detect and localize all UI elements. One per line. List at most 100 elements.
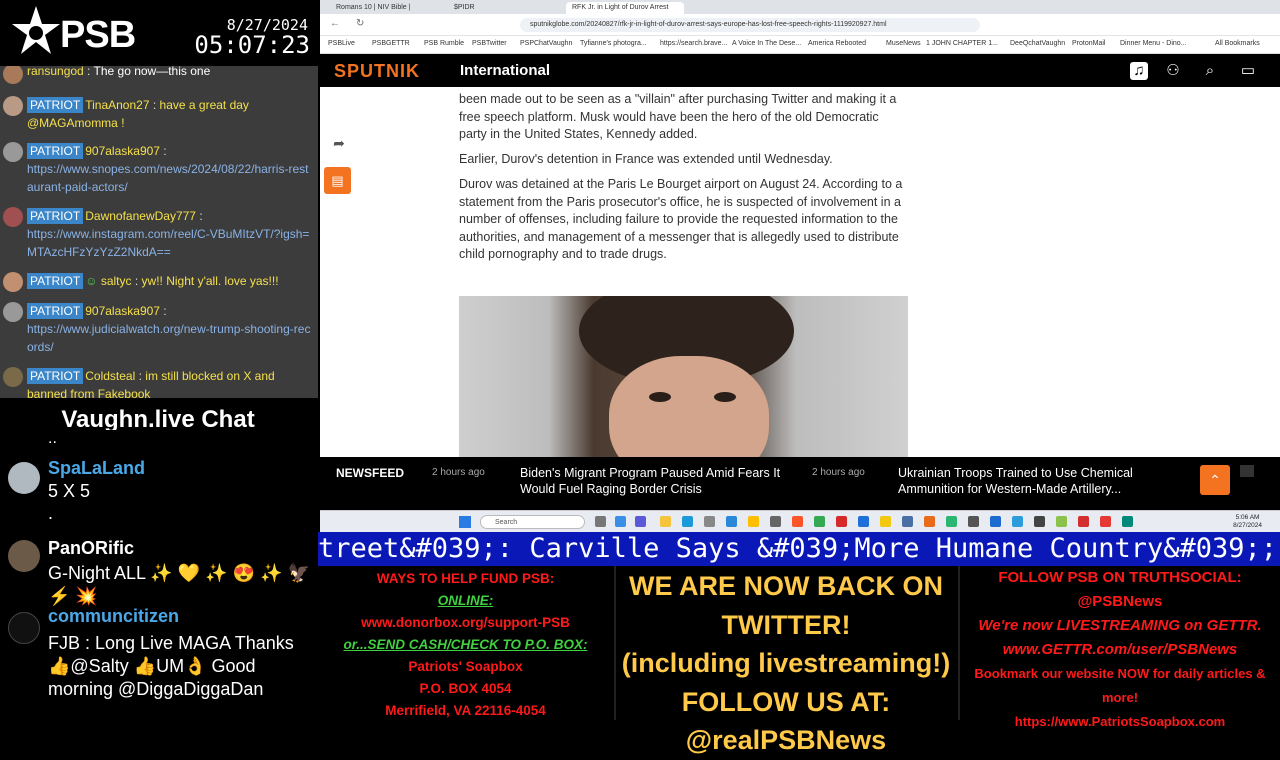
sputnik-logo[interactable]: SPUTNIK <box>334 61 420 82</box>
browser-window: Romans 10 | NIV Bible | YouVersion $PIDR… <box>320 0 1280 532</box>
bookmark[interactable]: PSB Rumble <box>424 40 464 47</box>
section-title[interactable]: International <box>460 62 550 79</box>
chat-text: The go now—this one <box>93 66 211 78</box>
search-icon[interactable]: ⌕ <box>1201 62 1219 80</box>
brand-header: PSB 8/27/2024 05:07:23 <box>0 0 318 66</box>
windows-start-icon[interactable] <box>459 516 471 528</box>
task-view-icon[interactable] <box>595 516 606 527</box>
vaughn-chat: .. SpaLaLand 5 X 5 . PanORific G-Night A… <box>0 430 318 720</box>
avatar <box>3 142 23 162</box>
chat-username: PanORific <box>48 538 135 558</box>
sputnik-header: SPUTNIK International ♫ ⚇ ⌕ ▭ <box>320 54 1280 87</box>
app-icon[interactable] <box>635 516 646 527</box>
bookmark[interactable]: Tyfianne's photogra... <box>580 40 647 47</box>
newsfeed-headline[interactable]: Biden's Migrant Program Paused Amid Fear… <box>520 465 810 497</box>
app-icon[interactable] <box>836 516 847 527</box>
app-icon[interactable] <box>968 516 979 527</box>
avatar <box>8 540 40 572</box>
file-explorer-icon[interactable] <box>660 516 671 527</box>
truthsocial-column: FOLLOW PSB ON TRUTHSOCIAL: @PSBNews We'r… <box>960 566 1280 729</box>
app-icon[interactable] <box>704 516 715 527</box>
firefox-icon[interactable] <box>924 516 935 527</box>
app-icon[interactable] <box>1100 516 1111 527</box>
truth-handle: @PSBNews <box>1077 593 1163 610</box>
app-icon[interactable] <box>726 516 737 527</box>
twitter-handle: @realPSBNews <box>685 725 887 755</box>
back-icon[interactable]: ← <box>330 18 340 29</box>
app-icon[interactable] <box>615 516 626 527</box>
newsfeed-headline[interactable]: Ukrainian Troops Trained to Use Chemical… <box>898 465 1158 497</box>
bookmarks-bar: PSBLive PSBGETTR PSB Rumble PSBTwitter P… <box>320 36 1280 54</box>
newsfeed-time: 2 hours ago <box>812 467 865 478</box>
app-icon[interactable] <box>990 516 1001 527</box>
url-field[interactable]: sputnikglobe.com/20240827/rfk-jr-in-ligh… <box>520 18 980 32</box>
patriot-badge: PATRIOT <box>27 368 84 384</box>
user-icon[interactable]: ⚇ <box>1164 62 1182 80</box>
chat-username: SpaLaLand <box>48 458 146 478</box>
avatar <box>3 272 23 292</box>
bookmark[interactable]: PSBLive <box>328 40 355 47</box>
taskbar-clock: 5:06 AM 8/27/2024 <box>1233 514 1262 529</box>
psb-star-logo-icon <box>12 6 60 54</box>
app-icon[interactable] <box>902 516 913 527</box>
bookmark[interactable]: PSBTwitter <box>472 40 507 47</box>
avatar <box>3 66 23 84</box>
app-icon[interactable] <box>1056 516 1067 527</box>
bookmark[interactable]: PSBGETTR <box>372 40 410 47</box>
chrome-icon[interactable] <box>814 516 825 527</box>
chat-icon[interactable]: ▭ <box>1239 62 1257 80</box>
newsfeed-label: NEWSFEED <box>336 466 405 480</box>
avatar <box>3 302 23 322</box>
chat-text: 5 X 5 <box>48 481 91 501</box>
taskbar-search[interactable]: Search <box>480 515 585 529</box>
bookmark[interactable]: America Rebooted <box>808 40 866 47</box>
browser-tab[interactable]: Romans 10 | NIV Bible | YouVersion <box>330 2 445 23</box>
chat-username: DawnofanewDay777 <box>85 209 196 223</box>
news-ticker: treet&#039;: Carville Says &#039;More Hu… <box>318 532 1280 566</box>
reload-icon[interactable]: ↻ <box>356 18 364 29</box>
article-photo <box>459 296 908 457</box>
bookmark[interactable]: Dinner Menu - Dino... <box>1120 40 1187 47</box>
browser-tab[interactable]: $PIDR <box>448 2 563 14</box>
share-icon[interactable]: ➦ <box>328 135 350 157</box>
chat-username: TinaAnon27 <box>85 98 150 112</box>
app-icon[interactable] <box>1078 516 1089 527</box>
avatar <box>3 367 23 387</box>
bookmark[interactable]: DeeQchatVaughn <box>1010 40 1065 47</box>
comment-icon[interactable]: ▤ <box>324 167 351 194</box>
bookmark[interactable]: MuseNews <box>886 40 921 47</box>
settings-icon[interactable] <box>770 516 781 527</box>
chat-text: FJB : Long Live MAGA Thanks 👍@Salty 👍UM👌… <box>48 633 294 699</box>
close-newsfeed-icon[interactable] <box>1240 465 1254 477</box>
newsfeed-bar: NEWSFEED 2 hours ago Biden's Migrant Pro… <box>320 457 1280 510</box>
online-label: ONLINE: <box>437 593 494 608</box>
bookmark[interactable]: 1 JOHN CHAPTER 1... <box>926 40 998 47</box>
app-icon[interactable] <box>748 516 759 527</box>
app-icon[interactable] <box>1012 516 1023 527</box>
fund-title: WAYS TO HELP FUND PSB: <box>376 571 555 586</box>
chat-link[interactable]: https://www.snopes.com/news/2024/08/22/h… <box>27 162 308 194</box>
browser-tab-active[interactable]: RFK Jr. in Light of Durov Arrest <box>566 2 684 14</box>
chat-link[interactable]: https://www.instagram.com/reel/C-VBuMItz… <box>27 227 309 259</box>
brave-icon[interactable] <box>792 516 803 527</box>
scroll-up-icon[interactable]: ⌃ <box>1200 465 1230 495</box>
bookmark[interactable]: All Bookmarks <box>1215 40 1260 47</box>
tab-bar: Romans 10 | NIV Bible | YouVersion $PIDR… <box>320 0 1280 23</box>
app-icon[interactable] <box>946 516 957 527</box>
chat-link[interactable]: https://www.judicialwatch.org/new-trump-… <box>27 322 310 354</box>
bookmark[interactable]: PSPChatVaughn <box>520 40 572 47</box>
app-icon[interactable] <box>858 516 869 527</box>
patriot-badge: PATRIOT <box>27 97 84 113</box>
radio-icon[interactable]: ♫ <box>1130 62 1148 80</box>
avatar <box>8 612 40 644</box>
app-icon[interactable] <box>880 516 891 527</box>
app-icon[interactable] <box>1034 516 1045 527</box>
bookmark[interactable]: ProtonMail <box>1072 40 1105 47</box>
article-paragraph: been made out to be seen as a "villain" … <box>459 92 897 141</box>
bookmark[interactable]: A Voice In The Dese... <box>732 40 801 47</box>
website-url: https://www.PatriotsSoapbox.com <box>1014 714 1226 729</box>
bookmark[interactable]: https://search.brave... <box>660 40 727 47</box>
app-icon[interactable] <box>1122 516 1133 527</box>
gettr-url: www.GETTR.com/user/PSBNews <box>1002 641 1238 658</box>
edge-icon[interactable] <box>682 516 693 527</box>
